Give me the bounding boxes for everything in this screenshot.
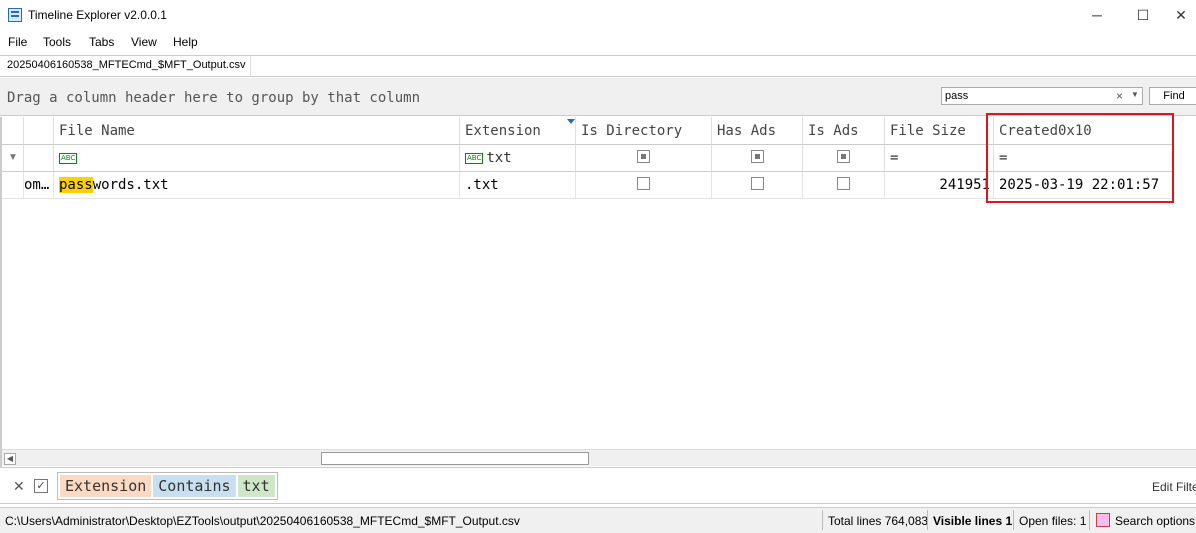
tab-strip: 20250406160538_MFTECmd_$MFT_Output.csv [0, 55, 1196, 77]
abc-filter-icon: ABC [465, 153, 484, 164]
app-icon [8, 8, 22, 22]
abc-filter-icon: ABC [59, 153, 78, 164]
table-cell-has-ads[interactable] [712, 172, 803, 199]
checkbox-icon [637, 177, 650, 190]
column-header-file-size[interactable]: File Size [885, 117, 994, 145]
column-header-is-directory[interactable]: Is Directory [576, 117, 712, 145]
filter-expression[interactable]: Extension Contains txt [57, 472, 278, 500]
status-open-files: Open files: 1 [1019, 514, 1087, 528]
filter-cell-file-name[interactable]: ABC [54, 145, 460, 172]
table-cell-file-name[interactable]: passwords.txt [54, 172, 460, 199]
group-panel[interactable]: Drag a column header here to group by th… [0, 78, 1196, 116]
annotation-highlight-box [986, 113, 1174, 203]
status-visible-lines: Visible lines 1 [933, 514, 1013, 528]
search-input[interactable]: pass [941, 87, 1143, 105]
search-options-button[interactable]: Search options [1115, 514, 1195, 528]
close-button[interactable]: ✕ [1166, 0, 1196, 30]
status-divider [822, 510, 823, 530]
title-bar: Timeline Explorer v2.0.0.1 ─ ☐ ✕ [0, 0, 1196, 30]
filter-funnel-icon: ▼ [2, 145, 24, 172]
checkbox-indeterminate[interactable] [837, 150, 850, 163]
table-cell-prefix[interactable]: om… [24, 172, 54, 199]
column-header-file-name[interactable]: File Name [54, 117, 460, 145]
menu-view[interactable]: View [131, 35, 157, 49]
status-divider [927, 510, 928, 530]
menu-help[interactable]: Help [173, 35, 198, 49]
checkbox-icon [750, 177, 764, 190]
status-total-lines: Total lines 764,083 [828, 514, 929, 528]
chevron-down-icon[interactable]: ▼ [1131, 90, 1139, 99]
scroll-left-icon[interactable]: ◀ [4, 453, 16, 465]
checkbox-icon[interactable]: ✓ [34, 479, 48, 493]
scrollbar-thumb[interactable] [321, 452, 589, 465]
filter-token-value[interactable]: txt [237, 475, 275, 497]
tab-file[interactable]: 20250406160538_MFTECmd_$MFT_Output.csv [2, 56, 252, 76]
status-divider [1089, 510, 1090, 530]
minimize-button[interactable]: ─ [1074, 0, 1120, 30]
menu-bar: File Tools Tabs View Help [0, 31, 1196, 53]
table-cell-is-ads[interactable] [803, 172, 885, 199]
horizontal-scrollbar[interactable]: ◀ [2, 449, 1196, 466]
close-icon[interactable]: ✕ [13, 478, 25, 495]
filter-active-icon [567, 119, 575, 124]
clear-icon[interactable]: × [1116, 89, 1123, 103]
filter-cell-has-ads[interactable] [712, 145, 803, 172]
filter-token-column[interactable]: Extension [60, 475, 152, 497]
status-bar: C:\Users\Administrator\Desktop\EZTools\o… [0, 507, 1196, 533]
filter-cell-is-directory[interactable] [576, 145, 712, 172]
column-header-extension[interactable]: Extension [460, 117, 576, 145]
file-name-rest: words.txt [92, 177, 169, 193]
group-hint: Drag a column header here to group by th… [7, 90, 421, 106]
maximize-button[interactable]: ☐ [1120, 0, 1166, 30]
search-options-icon[interactable] [1096, 513, 1110, 527]
status-divider [1013, 510, 1014, 530]
filter-bar: ✕ ✓ Extension Contains txt Edit Filter [0, 467, 1196, 504]
menu-tools[interactable]: Tools [43, 35, 71, 49]
filter-cell-tag[interactable] [24, 145, 54, 172]
row-indicator-header [2, 117, 24, 145]
column-header-is-ads[interactable]: Is Ads [803, 117, 885, 145]
checkbox-icon [837, 177, 850, 190]
checkbox-indeterminate[interactable] [637, 150, 650, 163]
filter-cell-extension[interactable]: ABC txt [460, 145, 576, 172]
filter-cell-is-ads[interactable] [803, 145, 885, 172]
search-highlight: pass [59, 177, 93, 193]
find-button[interactable]: Find [1149, 87, 1196, 105]
filter-token-operator[interactable]: Contains [153, 475, 236, 497]
table-cell-is-directory[interactable] [576, 172, 712, 199]
column-header-tag[interactable] [24, 117, 54, 145]
window-title: Timeline Explorer v2.0.0.1 [28, 8, 167, 22]
filter-value-extension: txt [486, 150, 512, 166]
row-indicator[interactable] [2, 172, 24, 199]
status-file-path: C:\Users\Administrator\Desktop\EZTools\o… [5, 514, 520, 528]
checkbox-indeterminate[interactable] [750, 150, 764, 163]
menu-file[interactable]: File [8, 35, 27, 49]
filter-cell-file-size[interactable]: = [885, 145, 994, 172]
table-cell-file-size[interactable]: 241951 [885, 172, 994, 199]
edit-filter-link[interactable]: Edit Filter [1152, 480, 1196, 494]
menu-tabs[interactable]: Tabs [89, 35, 114, 49]
column-header-has-ads[interactable]: Has Ads [712, 117, 803, 145]
table-cell-extension[interactable]: .txt [460, 172, 576, 199]
